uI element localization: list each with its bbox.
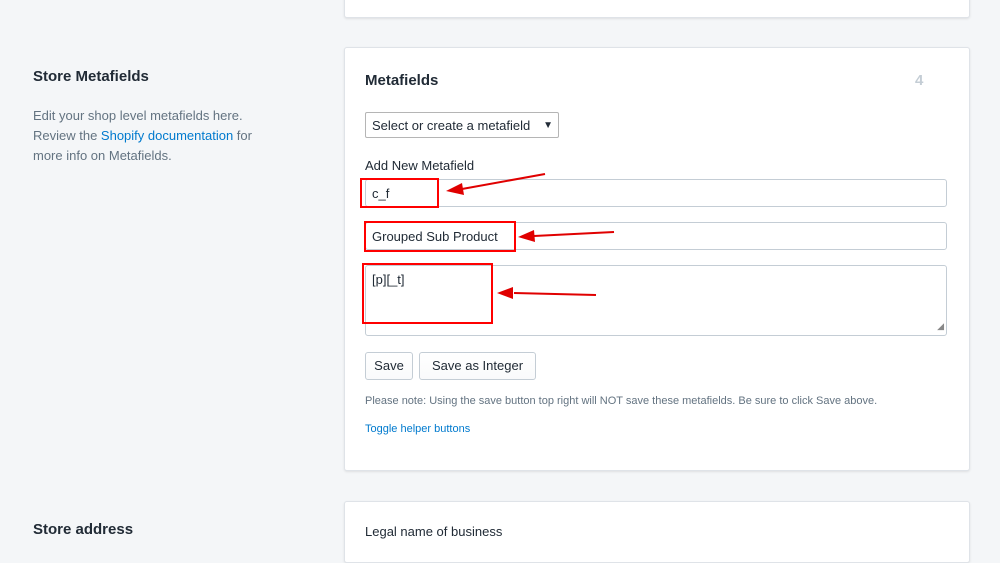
arrow-to-key: [518, 230, 615, 242]
store-address-title: Store address: [33, 521, 134, 538]
legal-name-label: Legal name of business: [365, 524, 503, 539]
store-address-card: Legal name of business: [344, 501, 970, 563]
arrow-to-namespace: [446, 173, 546, 195]
arrow-to-value: [497, 287, 597, 299]
annotation-arrows: [446, 173, 615, 299]
